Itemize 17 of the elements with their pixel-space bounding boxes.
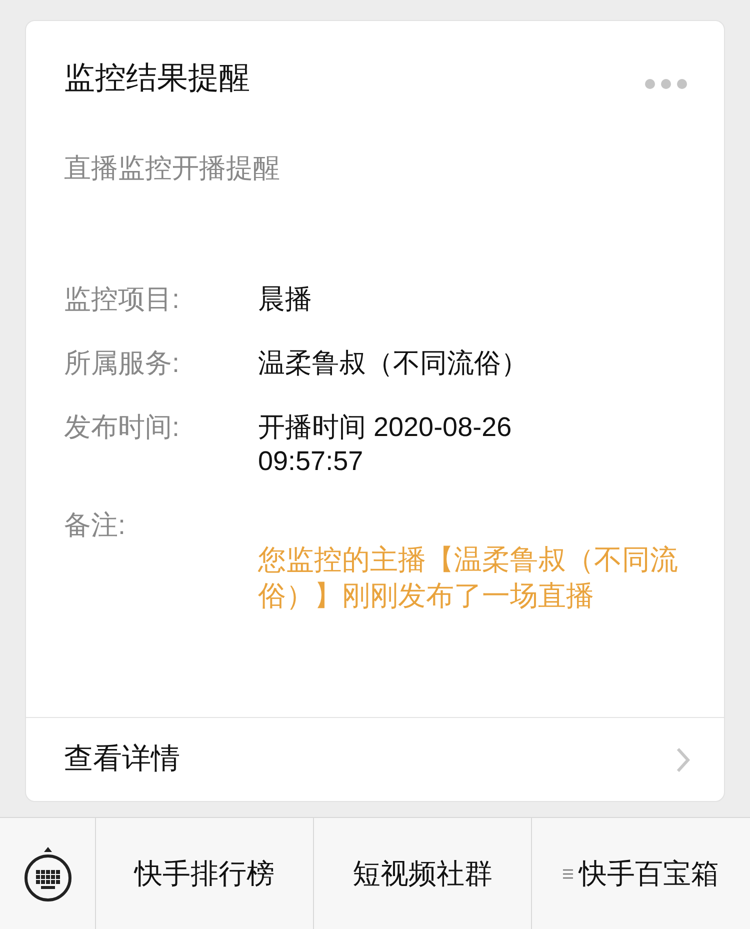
card-subtitle: 直播监控开播提醒 [64, 152, 280, 185]
menu-bar-item[interactable]: 快手排行榜 [96, 818, 314, 929]
field-label: 发布时间: [64, 411, 181, 444]
field-value: 温柔鲁叔（不同流俗） [258, 347, 529, 380]
field-label: 备注: [64, 509, 126, 542]
field-label: 监控项目: [64, 283, 181, 316]
note-text: 您监控的主播【温柔鲁叔（不同流俗）】刚刚发布了一场直播 [258, 543, 679, 613]
field-label: 所属服务: [64, 347, 181, 380]
detail-link[interactable]: 查看详情 [26, 717, 724, 801]
menu-bar-item[interactable]: 快手百宝箱 [532, 818, 750, 929]
field-value: 晨播 [258, 283, 313, 316]
field-value: 开播时间 2020-08-26 09:57:57 [258, 411, 513, 478]
keyboard-icon [24, 846, 72, 902]
menu-icon [563, 868, 573, 880]
card-title: 监控结果提醒 [64, 59, 250, 97]
chevron-right-icon [676, 746, 690, 772]
menu-bar-item[interactable]: 短视频社群 [314, 818, 532, 929]
